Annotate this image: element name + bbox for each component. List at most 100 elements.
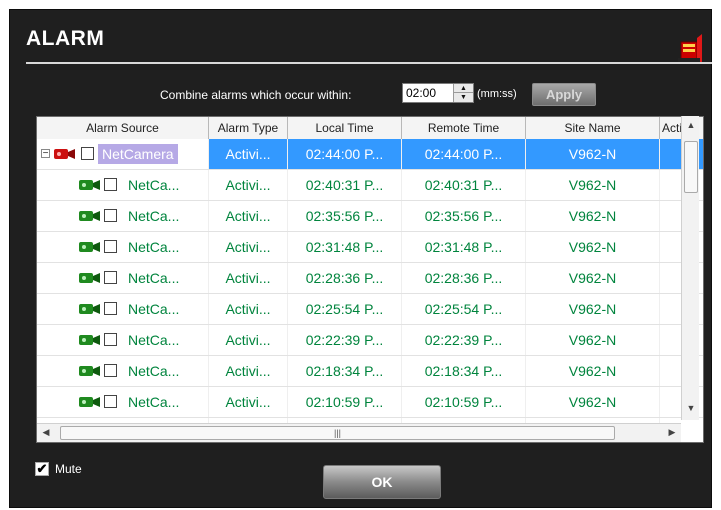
alarm-type-cell: Activi... <box>209 387 288 417</box>
alarm-source-label: NetCa... <box>128 239 180 255</box>
table-row[interactable]: NetCa... Activi... 02:10:59 P... 02:10:5… <box>37 387 703 418</box>
alarm-source-cell: NetCa... <box>37 325 209 355</box>
alarm-source-label: NetCa... <box>128 332 180 348</box>
alarm-row-checkbox[interactable] <box>104 271 117 284</box>
table-header: Alarm Source Alarm Type Local Time Remot… <box>37 117 703 140</box>
window-title: ALARM <box>26 27 105 50</box>
mute-label: Mute <box>55 462 82 476</box>
table-row[interactable]: NetCa... Activi... 02:28:36 P... 02:28:3… <box>37 263 703 294</box>
horizontal-scroll-thumb[interactable]: ||| <box>60 426 615 440</box>
table-row[interactable]: NetCa... Activi... 02:35:56 P... 02:35:5… <box>37 201 703 232</box>
alarm-source-cell: NetCa... <box>37 201 209 231</box>
alarm-type-cell: Activi... <box>209 294 288 324</box>
site-name-cell: V962-N <box>526 201 660 231</box>
alarm-table: Alarm Source Alarm Type Local Time Remot… <box>36 116 704 443</box>
collapse-icon[interactable]: − <box>41 149 50 159</box>
spin-down-icon[interactable]: ▼ <box>454 93 473 102</box>
horizontal-scrollbar[interactable]: ◀ ||| ▶ <box>37 423 681 442</box>
alarm-type-cell: Activi... <box>209 356 288 386</box>
alarm-row-checkbox[interactable] <box>81 147 94 160</box>
alarm-source-label: NetCa... <box>128 394 180 410</box>
alarm-source-cell: − NetCamera <box>37 139 209 169</box>
local-time-cell: 02:40:31 P... <box>288 170 402 200</box>
column-header-site-name[interactable]: Site Name <box>526 117 660 139</box>
alarm-row-checkbox[interactable] <box>104 178 117 191</box>
scroll-right-arrow-icon[interactable]: ▶ <box>663 427 681 438</box>
column-header-alarm-type[interactable]: Alarm Type <box>209 117 288 139</box>
alarm-bell-icon <box>678 34 702 64</box>
table-row[interactable]: NetCa... Activi... 02:22:39 P... 02:22:3… <box>37 325 703 356</box>
local-time-cell: 02:35:56 P... <box>288 201 402 231</box>
alarm-source-cell: NetCa... <box>37 294 209 324</box>
alarm-row-checkbox[interactable] <box>104 240 117 253</box>
alarm-type-cell: Activi... <box>209 170 288 200</box>
mute-checkbox[interactable]: ✔ <box>35 462 49 476</box>
vertical-scroll-thumb[interactable] <box>684 141 698 193</box>
alarm-row-checkbox[interactable] <box>104 302 117 315</box>
combine-time-input[interactable]: 02:00 ▲ ▼ <box>402 83 474 103</box>
local-time-cell: 02:28:36 P... <box>288 263 402 293</box>
alarm-type-cell: Activi... <box>209 325 288 355</box>
remote-time-cell: 02:31:48 P... <box>402 232 526 262</box>
green-camera-icon <box>79 335 100 345</box>
alarm-row-checkbox[interactable] <box>104 395 117 408</box>
column-header-local-time[interactable]: Local Time <box>288 117 402 139</box>
local-time-cell: 02:25:54 P... <box>288 294 402 324</box>
alarm-source-label: NetCa... <box>128 363 180 379</box>
site-name-cell: V962-N <box>526 263 660 293</box>
scroll-down-arrow-icon[interactable]: ▼ <box>682 403 700 413</box>
alarm-source-label: NetCamera <box>98 144 178 164</box>
vertical-scrollbar[interactable]: ▲ ▼ <box>681 116 699 420</box>
site-name-cell: V962-N <box>526 294 660 324</box>
remote-time-cell: 02:22:39 P... <box>402 325 526 355</box>
local-time-cell: 02:31:48 P... <box>288 232 402 262</box>
site-name-cell: V962-N <box>526 139 660 169</box>
alarm-row-checkbox[interactable] <box>104 333 117 346</box>
apply-button[interactable]: Apply <box>532 83 596 106</box>
ok-button[interactable]: OK <box>323 465 441 499</box>
scroll-up-arrow-icon[interactable]: ▲ <box>682 120 700 130</box>
local-time-cell: 02:10:59 P... <box>288 387 402 417</box>
green-camera-icon <box>79 366 100 376</box>
table-row[interactable]: NetCa... Activi... 02:25:54 P... 02:25:5… <box>37 294 703 325</box>
site-name-cell: V962-N <box>526 232 660 262</box>
remote-time-cell: 02:35:56 P... <box>402 201 526 231</box>
alarm-type-cell: Activi... <box>209 201 288 231</box>
alarm-source-label: NetCa... <box>128 301 180 317</box>
remote-time-cell: 02:18:34 P... <box>402 356 526 386</box>
site-name-cell: V962-N <box>526 325 660 355</box>
alarm-window: ALARM Combine alarms which occur within:… <box>9 9 712 508</box>
site-name-cell: V962-N <box>526 356 660 386</box>
remote-time-cell: 02:10:59 P... <box>402 387 526 417</box>
site-name-cell: V962-N <box>526 170 660 200</box>
column-header-remote-time[interactable]: Remote Time <box>402 117 526 139</box>
table-row[interactable]: − NetCamera Activi... 02:44:00 P... 02:4… <box>37 139 703 170</box>
local-time-cell: 02:44:00 P... <box>288 139 402 169</box>
green-camera-icon <box>79 273 100 283</box>
alarm-type-cell: Activi... <box>209 263 288 293</box>
alarm-source-cell: NetCa... <box>37 170 209 200</box>
table-row[interactable]: NetCa... Activi... 02:31:48 P... 02:31:4… <box>37 232 703 263</box>
remote-time-cell: 02:40:31 P... <box>402 170 526 200</box>
alarm-source-cell: NetCa... <box>37 387 209 417</box>
green-camera-icon <box>79 397 100 407</box>
red-camera-icon <box>54 149 75 159</box>
remote-time-cell: 02:44:00 P... <box>402 139 526 169</box>
title-divider <box>26 62 712 64</box>
local-time-cell: 02:22:39 P... <box>288 325 402 355</box>
remote-time-cell: 02:28:36 P... <box>402 263 526 293</box>
alarm-row-checkbox[interactable] <box>104 364 117 377</box>
table-row[interactable]: NetCa... Activi... 02:40:31 P... 02:40:3… <box>37 170 703 201</box>
column-header-alarm-source[interactable]: Alarm Source <box>37 117 209 139</box>
spin-up-icon[interactable]: ▲ <box>454 84 473 93</box>
combine-alarms-label: Combine alarms which occur within: <box>160 88 352 102</box>
scrollbar-grip-icon: ||| <box>333 428 341 438</box>
alarm-row-checkbox[interactable] <box>104 209 117 222</box>
green-camera-icon <box>79 304 100 314</box>
alarm-source-label: NetCa... <box>128 177 180 193</box>
time-spinner[interactable]: ▲ ▼ <box>453 84 473 102</box>
table-row[interactable]: NetCa... Activi... 02:18:34 P... 02:18:3… <box>37 356 703 387</box>
alarm-type-cell: Activi... <box>209 232 288 262</box>
alarm-type-cell: Activi... <box>209 139 288 169</box>
scroll-left-arrow-icon[interactable]: ◀ <box>37 427 55 438</box>
